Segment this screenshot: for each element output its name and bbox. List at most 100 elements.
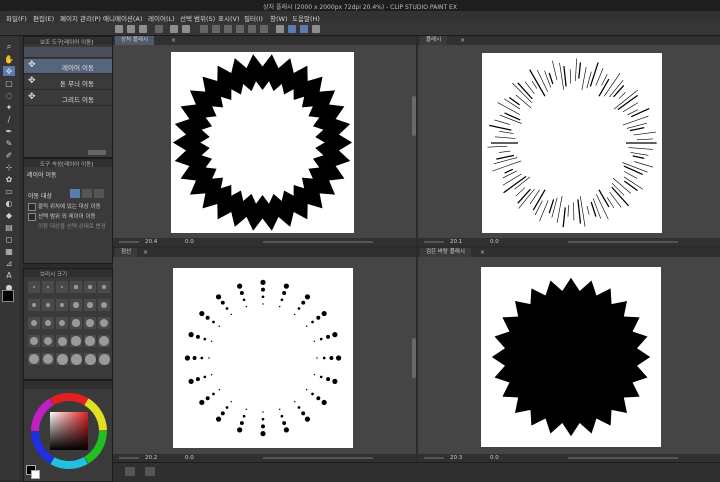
zoom-level[interactable]: 20.1 <box>450 238 462 246</box>
target-tone-icon[interactable] <box>82 189 92 198</box>
expand-icon[interactable] <box>224 25 232 33</box>
zoom-slider[interactable] <box>119 457 139 459</box>
canvas-page-3[interactable] <box>173 268 353 448</box>
brush-size-preset[interactable] <box>56 299 68 311</box>
rotation-angle[interactable]: 0.0 <box>490 454 499 462</box>
close-icon[interactable]: × <box>460 37 465 44</box>
crop-icon[interactable] <box>248 25 256 33</box>
eraser-icon[interactable]: ▭ <box>3 186 15 196</box>
brush-size-preset[interactable] <box>56 281 68 293</box>
brush-size-preset[interactable] <box>42 353 54 365</box>
brush-size-preset[interactable] <box>98 281 110 293</box>
select-icon[interactable]: ▢ <box>3 78 15 88</box>
brush-size-preset[interactable] <box>56 335 68 347</box>
brush-size-preset[interactable] <box>84 299 96 311</box>
page-list-icon[interactable] <box>125 467 135 476</box>
brush-size-preset[interactable] <box>42 281 54 293</box>
wand-icon[interactable]: ✦ <box>3 102 15 112</box>
brush-size-preset[interactable] <box>98 299 110 311</box>
menu-window[interactable]: 창(W) <box>270 13 287 23</box>
brush-size-preset[interactable] <box>70 317 82 329</box>
zoom-level[interactable]: 20.2 <box>145 454 157 462</box>
option-checkbox[interactable] <box>28 203 36 211</box>
clear-icon[interactable] <box>155 25 163 33</box>
sub-color-chip[interactable] <box>31 470 40 479</box>
horizontal-scrollbar[interactable] <box>263 241 373 243</box>
brush-size-preset[interactable] <box>28 281 40 293</box>
brush-size-preset[interactable] <box>70 335 82 347</box>
brush-size-preset[interactable] <box>84 281 96 293</box>
brush-size-preset[interactable] <box>70 281 82 293</box>
redo-icon[interactable] <box>182 25 190 33</box>
brush-size-preset[interactable] <box>28 299 40 311</box>
target-grid-icon[interactable] <box>94 189 104 198</box>
brush-size-preset[interactable] <box>56 317 68 329</box>
pencil-icon[interactable]: ✎ <box>3 138 15 148</box>
brush-size-preset[interactable] <box>84 353 96 365</box>
brush-size-preset[interactable] <box>56 353 68 365</box>
brush-size-preset[interactable] <box>28 335 40 347</box>
close-icon[interactable]: × <box>480 249 485 256</box>
close-icon[interactable]: × <box>171 37 176 44</box>
tab-view-4[interactable]: 검은 바탕 플래시 <box>420 248 471 257</box>
rotation-angle[interactable]: 0.0 <box>490 238 499 246</box>
brush-icon[interactable]: ✐ <box>3 150 15 160</box>
zoom-slider[interactable] <box>424 241 444 243</box>
brush-size-preset[interactable] <box>84 335 96 347</box>
brush-size-preset[interactable] <box>98 317 110 329</box>
invert-icon[interactable] <box>212 25 220 33</box>
airbrush-icon[interactable]: ⊹ <box>3 162 15 172</box>
rotation-angle[interactable]: 0.0 <box>185 238 194 246</box>
open-icon[interactable] <box>127 25 135 33</box>
vertical-scrollbar[interactable] <box>412 96 416 136</box>
zoom-slider[interactable] <box>424 457 444 459</box>
deselect-icon[interactable] <box>200 25 208 33</box>
canvas-page-1[interactable] <box>171 52 354 233</box>
menu-help[interactable]: 도움말(H) <box>292 13 320 23</box>
hand-icon[interactable]: ✋ <box>3 54 15 64</box>
eyedropper-icon[interactable]: ∕ <box>3 114 15 124</box>
zoom-icon[interactable]: ⌕ <box>3 42 15 52</box>
brush-size-preset[interactable] <box>42 335 54 347</box>
close-icon[interactable]: × <box>143 249 148 256</box>
menu-layer[interactable]: 레이어(L) <box>148 13 175 23</box>
menu-file[interactable]: 파일(F) <box>6 13 27 23</box>
brush-size-preset[interactable] <box>42 299 54 311</box>
horizontal-scrollbar[interactable] <box>568 241 678 243</box>
tab-view-2[interactable]: 플래시 <box>420 36 447 45</box>
ruler-icon[interactable]: ⊿ <box>3 258 15 268</box>
option-checkbox[interactable] <box>28 213 36 221</box>
sub-tool-menu-icon[interactable] <box>88 150 106 155</box>
menu-view[interactable]: 표시(V) <box>218 13 239 23</box>
decoration-icon[interactable]: ✿ <box>3 174 15 184</box>
canvas-page-4[interactable] <box>481 267 661 447</box>
sub-tool-item-layer-move[interactable]: ✥ 레이어 이동 <box>24 59 112 74</box>
vertical-scrollbar[interactable] <box>412 338 416 378</box>
horizontal-scrollbar[interactable] <box>263 457 373 459</box>
horizontal-scrollbar[interactable] <box>568 457 678 459</box>
shrink-icon[interactable] <box>236 25 244 33</box>
menu-animation[interactable]: 애니메이션(A) <box>103 13 142 23</box>
new-icon[interactable] <box>115 25 123 33</box>
sub-tool-item-tone-move[interactable]: ✥ 톤 무늬 이동 <box>24 75 112 90</box>
zoom-level[interactable]: 20.3 <box>450 454 462 462</box>
gradient-icon[interactable]: ▤ <box>3 222 15 232</box>
brush-size-preset[interactable] <box>28 317 40 329</box>
save-icon[interactable] <box>139 25 147 33</box>
layer-icon[interactable] <box>145 467 155 476</box>
sub-tool-group-tab[interactable] <box>24 47 112 58</box>
snap-grid-icon[interactable] <box>300 25 308 33</box>
move-icon[interactable]: ✥ <box>3 66 15 76</box>
tab-view-1[interactable]: 상처 플래시 <box>115 36 154 45</box>
tab-view-3[interactable]: 점선 <box>115 248 137 257</box>
rotation-angle[interactable]: 0.0 <box>185 454 194 462</box>
sub-tool-item-grid-move[interactable]: ✥ 그리드 이동 <box>24 91 112 106</box>
main-color-swatch[interactable] <box>2 290 14 302</box>
figure-icon[interactable]: ◻ <box>3 234 15 244</box>
menu-selection[interactable]: 선택 범위(S) <box>180 13 215 23</box>
menu-edit[interactable]: 편집(E) <box>33 13 54 23</box>
brush-size-preset[interactable] <box>70 353 82 365</box>
brush-size-preset[interactable] <box>42 317 54 329</box>
undo-icon[interactable] <box>170 25 178 33</box>
brush-size-preset[interactable] <box>28 353 40 365</box>
